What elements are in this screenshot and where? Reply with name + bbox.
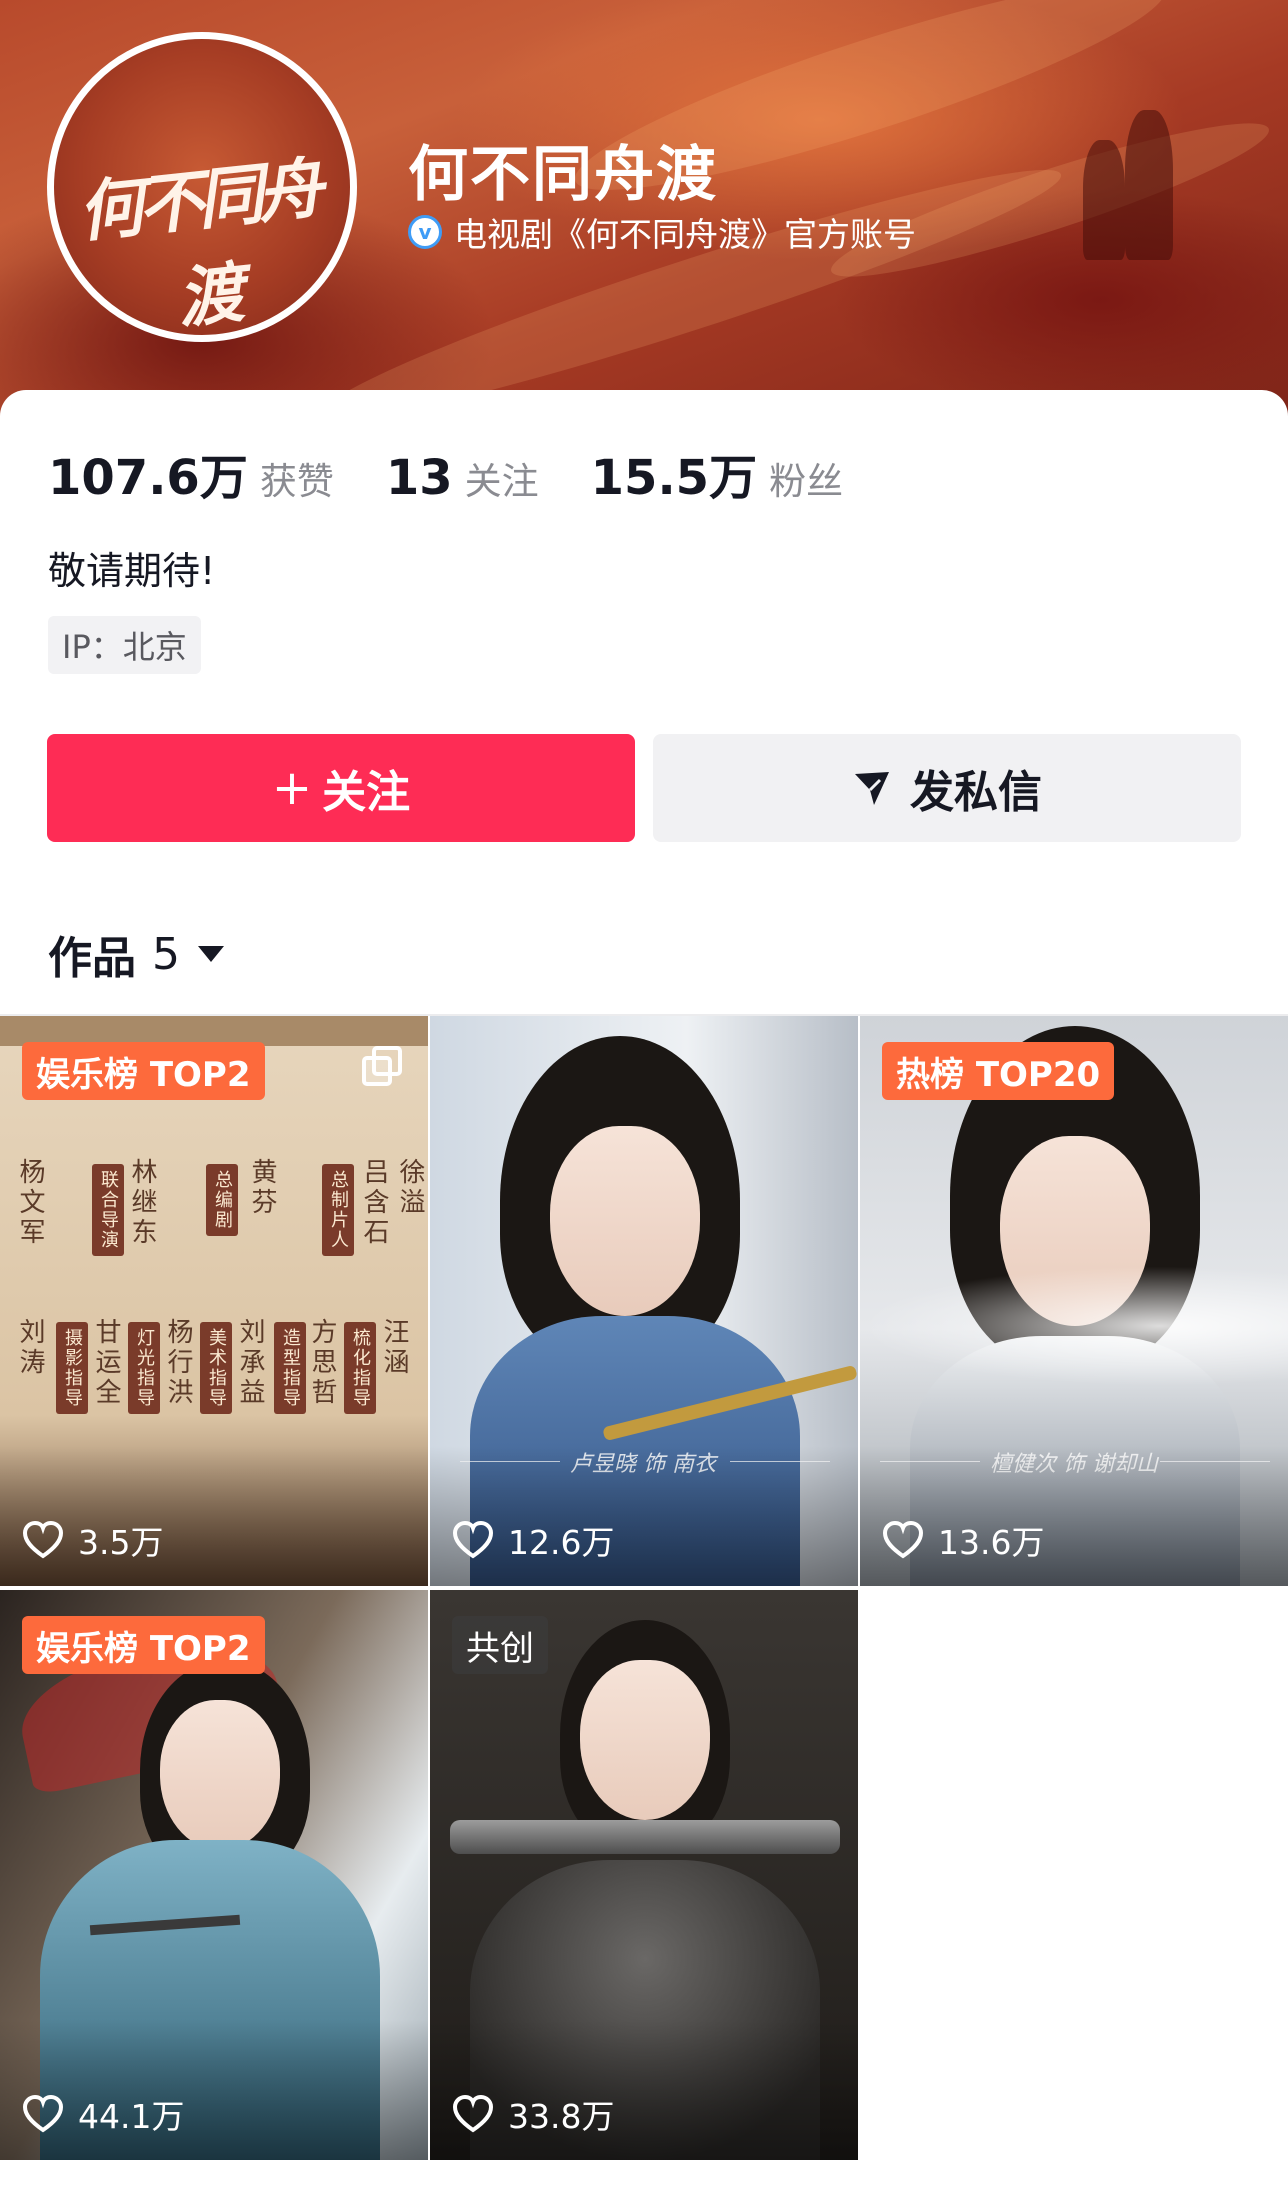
avatar[interactable]: 何不同舟渡 <box>47 32 357 342</box>
verified-icon: v <box>408 215 442 249</box>
multi-image-icon <box>362 1046 402 1086</box>
avatar-logo: 何不同舟渡 <box>74 148 321 338</box>
heart-icon <box>22 1521 64 1559</box>
bio-text: 敬请期待! <box>48 549 216 593</box>
like-count: 12.6万 <box>452 1516 614 1564</box>
following-count[interactable]: 13 <box>386 450 453 506</box>
heart-icon <box>22 2095 64 2133</box>
rank-badge: 娱乐榜 TOP2 <box>22 1616 265 1674</box>
rank-badge: 热榜 TOP20 <box>882 1042 1115 1100</box>
heart-icon <box>452 2095 494 2133</box>
video-tile[interactable]: 檀健次 饰 谢却山 热榜 TOP20 13.6万 <box>860 1016 1288 1586</box>
rank-badge: 娱乐榜 TOP2 <box>22 1042 265 1100</box>
following-label[interactable]: 关注 <box>465 451 539 505</box>
message-button[interactable]: 发私信 <box>653 734 1241 842</box>
stats-row: 107.6万 获赞 13 关注 15.5万 粉丝 <box>48 438 895 508</box>
co-create-badge: 共创 <box>452 1616 548 1674</box>
video-tile[interactable]: 卢昱晓 饰 南衣 12.6万 <box>430 1016 858 1586</box>
heart-icon <box>452 1521 494 1559</box>
plus-icon: + <box>271 760 313 816</box>
banner-figures <box>1073 110 1193 260</box>
profile-banner: 何不同舟渡 何不同舟渡 v 电视剧《何不同舟渡》官方账号 <box>0 0 1288 420</box>
heart-icon <box>882 1521 924 1559</box>
like-count-text: 44.1万 <box>78 2097 185 2136</box>
verified-text: 电视剧《何不同舟渡》官方账号 <box>454 215 916 254</box>
like-count-text: 33.8万 <box>508 2097 615 2136</box>
like-count-text: 12.6万 <box>508 1523 615 1562</box>
likes-count: 107.6万 <box>48 450 248 506</box>
verified-row: v 电视剧《何不同舟渡》官方账号 <box>408 208 916 256</box>
like-count: 33.8万 <box>452 2090 614 2138</box>
followers-label[interactable]: 粉丝 <box>769 451 843 505</box>
like-count-text: 13.6万 <box>938 1523 1045 1562</box>
like-count: 44.1万 <box>22 2090 184 2138</box>
paper-plane-icon <box>855 772 889 805</box>
ip-location-tag: IP：北京 <box>48 616 201 674</box>
follow-button[interactable]: + 关注 <box>47 734 635 842</box>
follow-label: 关注 <box>322 767 411 818</box>
message-label: 发私信 <box>910 767 1042 818</box>
likes-label: 获赞 <box>259 460 334 503</box>
video-tile[interactable]: 杨文军 联合导演 林继东 总编剧 黄芬 总制片人 吕含石 徐溢 刘涛 摄影指导 … <box>0 1016 428 1586</box>
followers-count[interactable]: 15.5万 <box>591 438 757 508</box>
works-label: 作品 <box>48 933 136 984</box>
works-tab[interactable]: 作品 5 <box>48 922 224 986</box>
like-count: 13.6万 <box>882 1516 1044 1564</box>
like-count-text: 3.5万 <box>78 1523 164 1562</box>
caret-down-icon[interactable] <box>198 946 224 962</box>
video-tile[interactable]: 娱乐榜 TOP2 44.1万 <box>0 1590 428 2160</box>
works-count: 5 <box>152 928 180 980</box>
video-tile[interactable]: 共创 33.8万 <box>430 1590 858 2160</box>
account-name: 何不同舟渡 <box>408 140 718 210</box>
like-count: 3.5万 <box>22 1516 163 1564</box>
